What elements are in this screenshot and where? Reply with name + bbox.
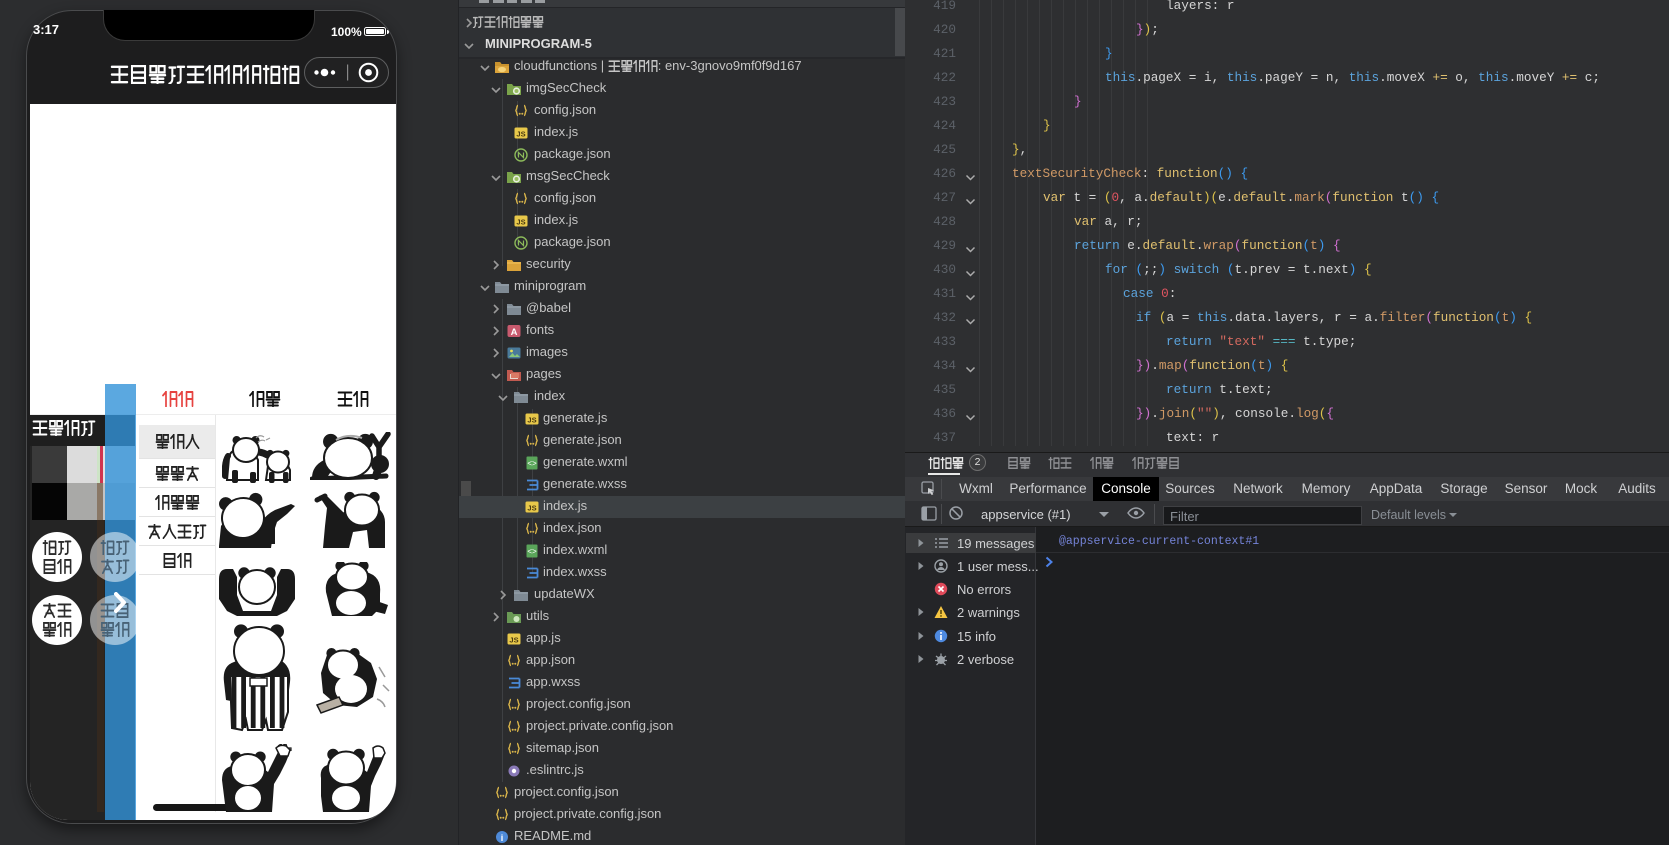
svg-text:JS: JS [527,504,536,513]
svg-text:JS: JS [516,130,525,139]
svg-text:JS: JS [516,218,525,227]
svg-text:<>: <> [527,459,537,468]
svg-text:JS: JS [527,416,536,425]
svg-text:JS: JS [509,636,518,645]
svg-text:i: i [501,833,504,843]
svg-text:<>: <> [527,547,537,556]
svg-text:A: A [511,327,518,338]
